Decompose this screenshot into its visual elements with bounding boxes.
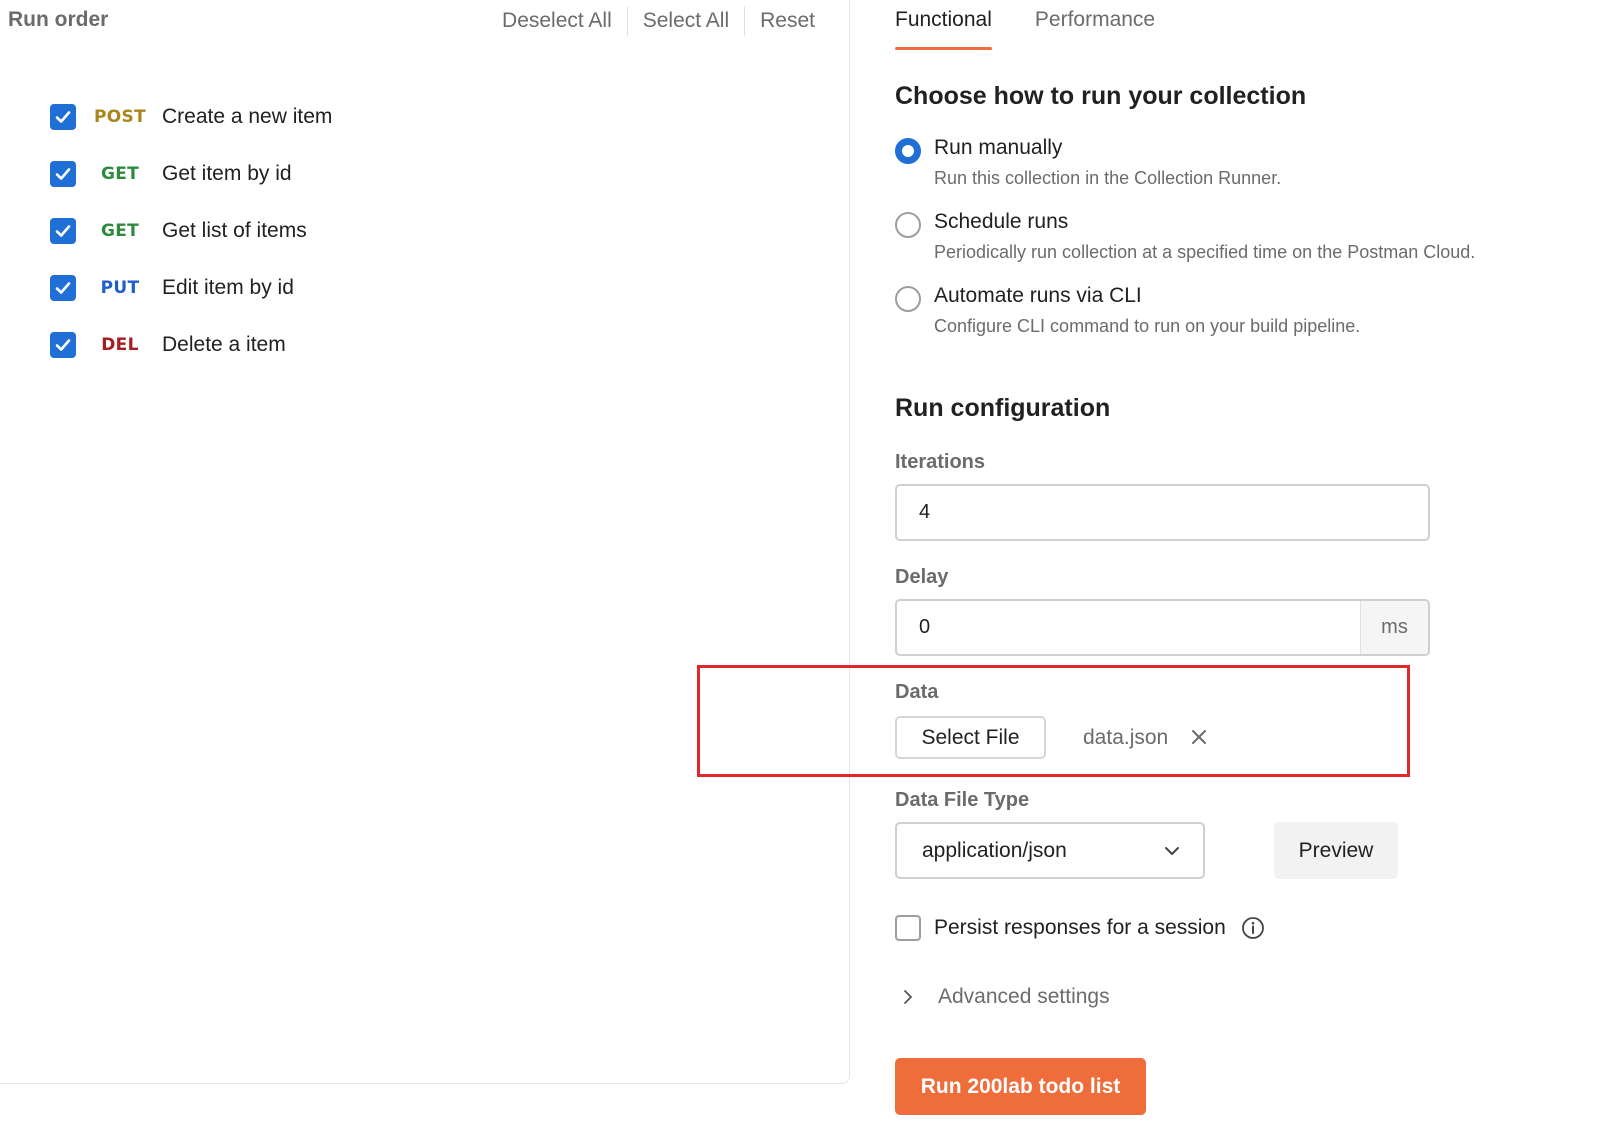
run-collection-button[interactable]: Run 200lab todo list <box>895 1058 1146 1115</box>
radio-description: Configure CLI command to run on your bui… <box>934 316 1361 336</box>
iterations-value: 4 <box>919 501 931 523</box>
run-mode-option-schedule[interactable]: Schedule runs Periodically run collectio… <box>895 207 1475 281</box>
request-name: Get item by id <box>162 161 292 185</box>
run-order-title: Run order <box>8 8 109 31</box>
method-badge: DEL <box>101 334 139 355</box>
run-order-actions: Deselect All Select All Reset <box>487 6 815 36</box>
run-order-panel: Run order Deselect All Select All Reset … <box>0 0 850 1084</box>
info-icon[interactable] <box>1241 916 1265 940</box>
radio-label: Run manually <box>934 136 1063 159</box>
run-mode-option-manual[interactable]: Run manually Run this collection in the … <box>895 133 1475 207</box>
runner-tabs: Functional Performance <box>895 0 1600 50</box>
run-mode-option-cli[interactable]: Automate runs via CLI Configure CLI comm… <box>895 281 1475 355</box>
tab-functional[interactable]: Functional <box>895 0 992 50</box>
check-icon <box>55 110 71 123</box>
selected-file-name: data.json <box>1083 726 1169 749</box>
method-badge: PUT <box>100 277 140 298</box>
method-badge: GET <box>100 163 140 184</box>
select-all-button[interactable]: Select All <box>628 7 744 35</box>
runner-config-panel: Functional Performance Choose how to run… <box>895 0 1600 1132</box>
request-item-get-by-id[interactable]: GET Get item by id <box>50 145 332 202</box>
delay-input[interactable]: 0 ms <box>895 599 1430 656</box>
check-icon <box>55 281 71 294</box>
radio-label: Automate runs via CLI <box>934 284 1142 307</box>
request-item-delete[interactable]: DEL Delete a item <box>50 316 332 373</box>
remove-file-button[interactable] <box>1188 726 1210 748</box>
request-checkbox[interactable] <box>50 160 76 187</box>
request-name: Create a new item <box>162 104 333 128</box>
persist-responses-label: Persist responses for a session <box>934 916 1226 939</box>
radio-button[interactable] <box>895 212 921 238</box>
radio-button[interactable] <box>895 138 921 164</box>
data-file-type-select[interactable]: application/json <box>895 822 1205 879</box>
radio-description: Periodically run collection at a specifi… <box>934 242 1476 262</box>
request-item-create[interactable]: POST Create a new item <box>50 88 332 145</box>
data-label: Data <box>895 681 939 703</box>
check-icon <box>55 167 71 180</box>
tab-performance[interactable]: Performance <box>1035 0 1155 50</box>
request-name: Delete a item <box>162 332 286 356</box>
data-file-type-label: Data File Type <box>895 789 1030 811</box>
run-mode-options: Run manually Run this collection in the … <box>895 133 1475 355</box>
method-badge: POST <box>94 106 146 127</box>
chevron-down-icon <box>1165 847 1179 855</box>
preview-button[interactable]: Preview <box>1274 822 1398 879</box>
reset-button[interactable]: Reset <box>745 7 815 35</box>
check-icon <box>55 338 71 351</box>
close-icon <box>1192 730 1206 744</box>
run-config-heading: Run configuration <box>895 394 1111 422</box>
delay-unit: ms <box>1360 601 1428 654</box>
request-item-edit[interactable]: PUT Edit item by id <box>50 259 332 316</box>
request-checkbox[interactable] <box>50 103 76 130</box>
request-item-get-list[interactable]: GET Get list of items <box>50 202 332 259</box>
iterations-label: Iterations <box>895 451 986 473</box>
persist-responses-row[interactable]: Persist responses for a session <box>895 915 1265 941</box>
request-list: POST Create a new item GET Get item by i… <box>50 88 332 373</box>
iterations-input[interactable]: 4 <box>895 484 1430 541</box>
delay-label: Delay <box>895 566 949 588</box>
advanced-settings-label: Advanced settings <box>938 985 1110 1008</box>
request-checkbox[interactable] <box>50 331 76 358</box>
data-file-type-value: application/json <box>922 838 1067 862</box>
advanced-settings-toggle[interactable]: Advanced settings <box>895 984 1110 1010</box>
radio-button[interactable] <box>895 286 921 312</box>
run-mode-heading: Choose how to run your collection <box>895 82 1307 110</box>
select-file-button[interactable]: Select File <box>895 716 1046 759</box>
delay-value: 0 <box>919 616 931 638</box>
radio-description: Run this collection in the Collection Ru… <box>934 168 1282 188</box>
request-checkbox[interactable] <box>50 274 76 301</box>
persist-responses-checkbox[interactable] <box>895 915 921 941</box>
request-name: Edit item by id <box>162 275 294 299</box>
check-icon <box>55 224 71 237</box>
method-badge: GET <box>100 220 140 241</box>
deselect-all-button[interactable]: Deselect All <box>487 7 627 35</box>
request-name: Get list of items <box>162 218 307 242</box>
chevron-right-icon <box>895 984 921 1010</box>
request-checkbox[interactable] <box>50 217 76 244</box>
radio-label: Schedule runs <box>934 210 1069 233</box>
